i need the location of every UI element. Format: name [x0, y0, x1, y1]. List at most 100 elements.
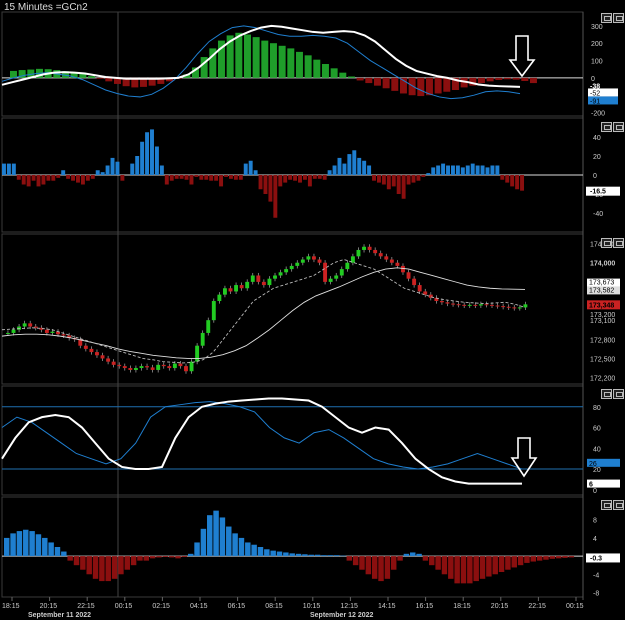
momentum-bar: [295, 553, 302, 557]
momentum-bar: [536, 556, 543, 561]
y-tick-label: 172,500: [590, 356, 615, 363]
oscillator-bar: [327, 170, 332, 175]
oscillator-bar: [357, 157, 362, 175]
momentum-bar: [308, 554, 314, 557]
histogram-bar: [503, 77, 511, 80]
candle-body: [451, 303, 456, 305]
histogram-bar: [356, 77, 364, 81]
time-tick-label: 12:15: [340, 603, 358, 610]
momentum-bar: [454, 556, 460, 584]
histogram-bar: [269, 43, 277, 78]
oscillator-bar: [386, 175, 391, 190]
oscillator-bar: [302, 175, 307, 180]
oscillator-bar: [224, 175, 228, 177]
candle-body: [295, 262, 300, 266]
momentum-bar: [352, 556, 359, 566]
candle-body: [11, 329, 16, 333]
momentum-bar: [435, 556, 441, 570]
time-tick-label: 20:15: [40, 603, 58, 610]
y-tick-label: 60: [593, 426, 601, 433]
histogram-bar: [477, 77, 485, 84]
candle-body: [184, 366, 188, 372]
momentum-bar: [314, 554, 321, 557]
panel1-close-icon[interactable]: [613, 13, 624, 23]
candle-body: [228, 288, 233, 292]
momentum-bar: [568, 556, 575, 558]
momentum-bar: [156, 556, 162, 558]
momentum-bar: [505, 556, 511, 570]
oscillator-bar: [455, 165, 460, 175]
time-tick-label: 10:15: [303, 603, 321, 610]
oscillator-bar: [179, 175, 184, 179]
oscillator-bar: [36, 175, 41, 187]
momentum-bar: [289, 553, 295, 557]
panel3-close-icon[interactable]: [613, 238, 624, 248]
panel5-close-icon[interactable]: [613, 500, 624, 510]
momentum-bar: [270, 550, 276, 557]
momentum-bar: [422, 556, 429, 561]
panel1-maximize-icon[interactable]: [601, 13, 612, 23]
histogram-bar: [382, 77, 390, 89]
histogram-bar: [243, 34, 251, 78]
oscillator-bar: [2, 163, 6, 175]
date-label: September 11 2022: [28, 612, 91, 619]
oscillator-bar: [263, 175, 268, 194]
oscillator-bar: [293, 175, 298, 181]
oscillator-bar: [6, 163, 11, 175]
momentum-bar: [441, 556, 448, 575]
candle-body: [44, 329, 49, 333]
oscillator-bar: [347, 154, 352, 175]
momentum-bar: [517, 556, 524, 566]
candle-body: [100, 355, 105, 359]
y-tick-label: 0: [593, 488, 597, 495]
y-tick-label: 0: [591, 76, 595, 83]
candle-body: [122, 366, 127, 369]
oscillator-bar: [337, 157, 342, 175]
oscillator-bar: [376, 175, 381, 183]
oscillator-bar: [204, 175, 209, 180]
oscillator-bar: [446, 165, 451, 175]
panel4-maximize-icon[interactable]: [601, 389, 612, 399]
histogram-bar: [252, 37, 260, 78]
candle-body: [478, 304, 483, 306]
date-label: September 12 2022: [310, 612, 374, 619]
candle-body: [250, 275, 255, 282]
candle-body: [139, 366, 144, 369]
histogram-bar: [330, 68, 338, 78]
momentum-bar: [524, 556, 530, 563]
momentum-bar: [86, 556, 92, 575]
panel4-close-icon[interactable]: [613, 389, 624, 399]
candle-body: [445, 302, 450, 304]
y-tick-label: -200: [591, 111, 605, 118]
candle-body: [217, 294, 222, 302]
oscillator-bar: [253, 170, 258, 175]
momentum-bar: [371, 556, 378, 579]
histogram-bar: [287, 48, 295, 78]
candle-body: [267, 278, 272, 286]
panel-frame-3: [1, 233, 584, 385]
histogram-bar: [79, 74, 87, 78]
oscillator-bar: [16, 175, 21, 180]
candle-body: [406, 272, 411, 279]
momentum-bar: [333, 555, 340, 557]
oscillator-bar: [505, 175, 510, 183]
candle-body: [50, 331, 55, 333]
momentum-bar: [397, 556, 403, 561]
oscillator-bar: [46, 175, 51, 181]
oscillator-bar: [51, 175, 56, 181]
candle-body: [150, 367, 155, 370]
chart-title: 15 Minutes =GCn2: [4, 2, 88, 13]
panel5-maximize-icon[interactable]: [601, 500, 612, 510]
panel2-maximize-icon[interactable]: [601, 122, 612, 132]
panel3-maximize-icon[interactable]: [601, 238, 612, 248]
candle-body: [83, 345, 88, 349]
candle-body: [61, 334, 66, 336]
y-tick-label: 40: [593, 446, 601, 453]
panel2-close-icon[interactable]: [613, 122, 624, 132]
candle-body: [89, 348, 94, 353]
oscillator-bar: [130, 163, 135, 175]
histogram-bar: [391, 77, 399, 91]
candle-body: [362, 246, 366, 250]
momentum-bar: [511, 556, 517, 568]
oscillator-bar: [164, 175, 169, 185]
